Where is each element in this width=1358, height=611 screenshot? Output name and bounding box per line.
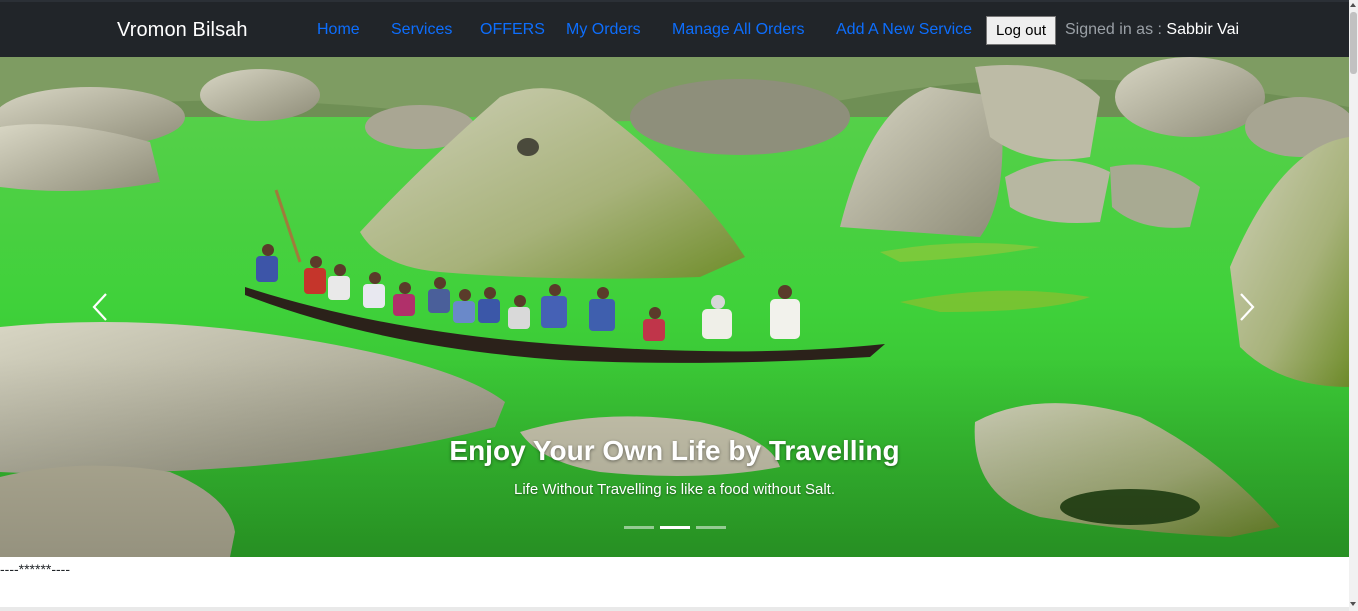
carousel-indicator-1[interactable] [624,526,654,529]
scroll-down-arrow-icon[interactable] [1350,602,1356,606]
chevron-right-icon [1240,293,1255,321]
section-separator: ----******---- [0,561,70,577]
chevron-left-icon [92,293,107,321]
nav-link-home[interactable]: Home [317,21,360,39]
brand-logo[interactable]: Vromon Bilsah [117,19,248,42]
signed-in-user-name: Sabbir Vai [1166,21,1240,38]
scroll-up-arrow-icon[interactable] [1350,3,1356,7]
logout-button[interactable]: Log out [986,16,1056,45]
vertical-scrollbar[interactable] [1349,0,1358,611]
carousel-indicator-3[interactable] [696,526,726,529]
page-bottom-edge [0,607,1349,611]
page: Vromon Bilsah Home Services OFFERS My Or… [0,0,1349,611]
carousel-next-button[interactable] [1217,277,1277,337]
nav-link-add-service[interactable]: Add A New Service [836,21,972,39]
carousel-prev-button[interactable] [70,277,130,337]
nav-link-offers[interactable]: OFFERS [480,21,545,39]
top-navbar: Vromon Bilsah Home Services OFFERS My Or… [0,0,1349,57]
signed-in-status: Signed in as : Sabbir Vai [1065,21,1239,39]
nav-link-my-orders[interactable]: My Orders [566,21,641,39]
nav-link-manage-all-orders[interactable]: Manage All Orders [672,21,805,39]
signed-in-prefix: Signed in as : [1065,21,1167,38]
carousel-caption-title: Enjoy Your Own Life by Travelling [449,435,900,466]
nav-link-services[interactable]: Services [391,21,452,39]
hero-carousel: Enjoy Your Own Life by Travelling Life W… [0,57,1349,557]
carousel-caption-text: Life Without Travelling is like a food w… [514,481,835,498]
carousel-indicator-2[interactable] [660,526,690,529]
scrollbar-thumb[interactable] [1350,12,1357,74]
